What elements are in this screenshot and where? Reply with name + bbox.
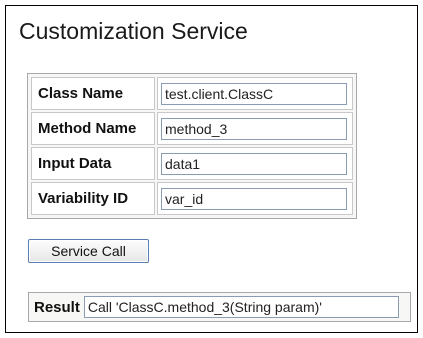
page-title: Customization Service [19, 18, 248, 44]
method-name-cell: method_3 [157, 112, 353, 145]
variability-id-label: Variability ID [31, 182, 155, 215]
method-name-row: Method Name method_3 [31, 112, 353, 145]
method-name-input[interactable]: method_3 [161, 117, 347, 140]
customization-service-panel: Customization Service Class Name test.cl… [5, 5, 418, 333]
input-data-label: Input Data [31, 147, 155, 180]
input-data-row: Input Data data1 [31, 147, 353, 180]
class-name-row: Class Name test.client.ClassC [31, 77, 353, 110]
service-form: Class Name test.client.ClassC Method Nam… [27, 73, 357, 219]
class-name-cell: test.client.ClassC [157, 77, 353, 110]
input-data-input[interactable]: data1 [161, 152, 347, 175]
class-name-label: Class Name [31, 77, 155, 110]
result-box: Result Call 'ClassC.method_3(String para… [28, 292, 411, 322]
variability-id-row: Variability ID var_id [31, 182, 353, 215]
service-call-button[interactable]: Service Call [28, 239, 149, 263]
variability-id-input[interactable]: var_id [161, 187, 347, 210]
variability-id-cell: var_id [157, 182, 353, 215]
method-name-label: Method Name [31, 112, 155, 145]
class-name-input[interactable]: test.client.ClassC [161, 82, 347, 105]
result-output[interactable]: Call 'ClassC.method_3(String param)' [83, 296, 399, 318]
result-label: Result [34, 298, 80, 316]
input-data-cell: data1 [157, 147, 353, 180]
